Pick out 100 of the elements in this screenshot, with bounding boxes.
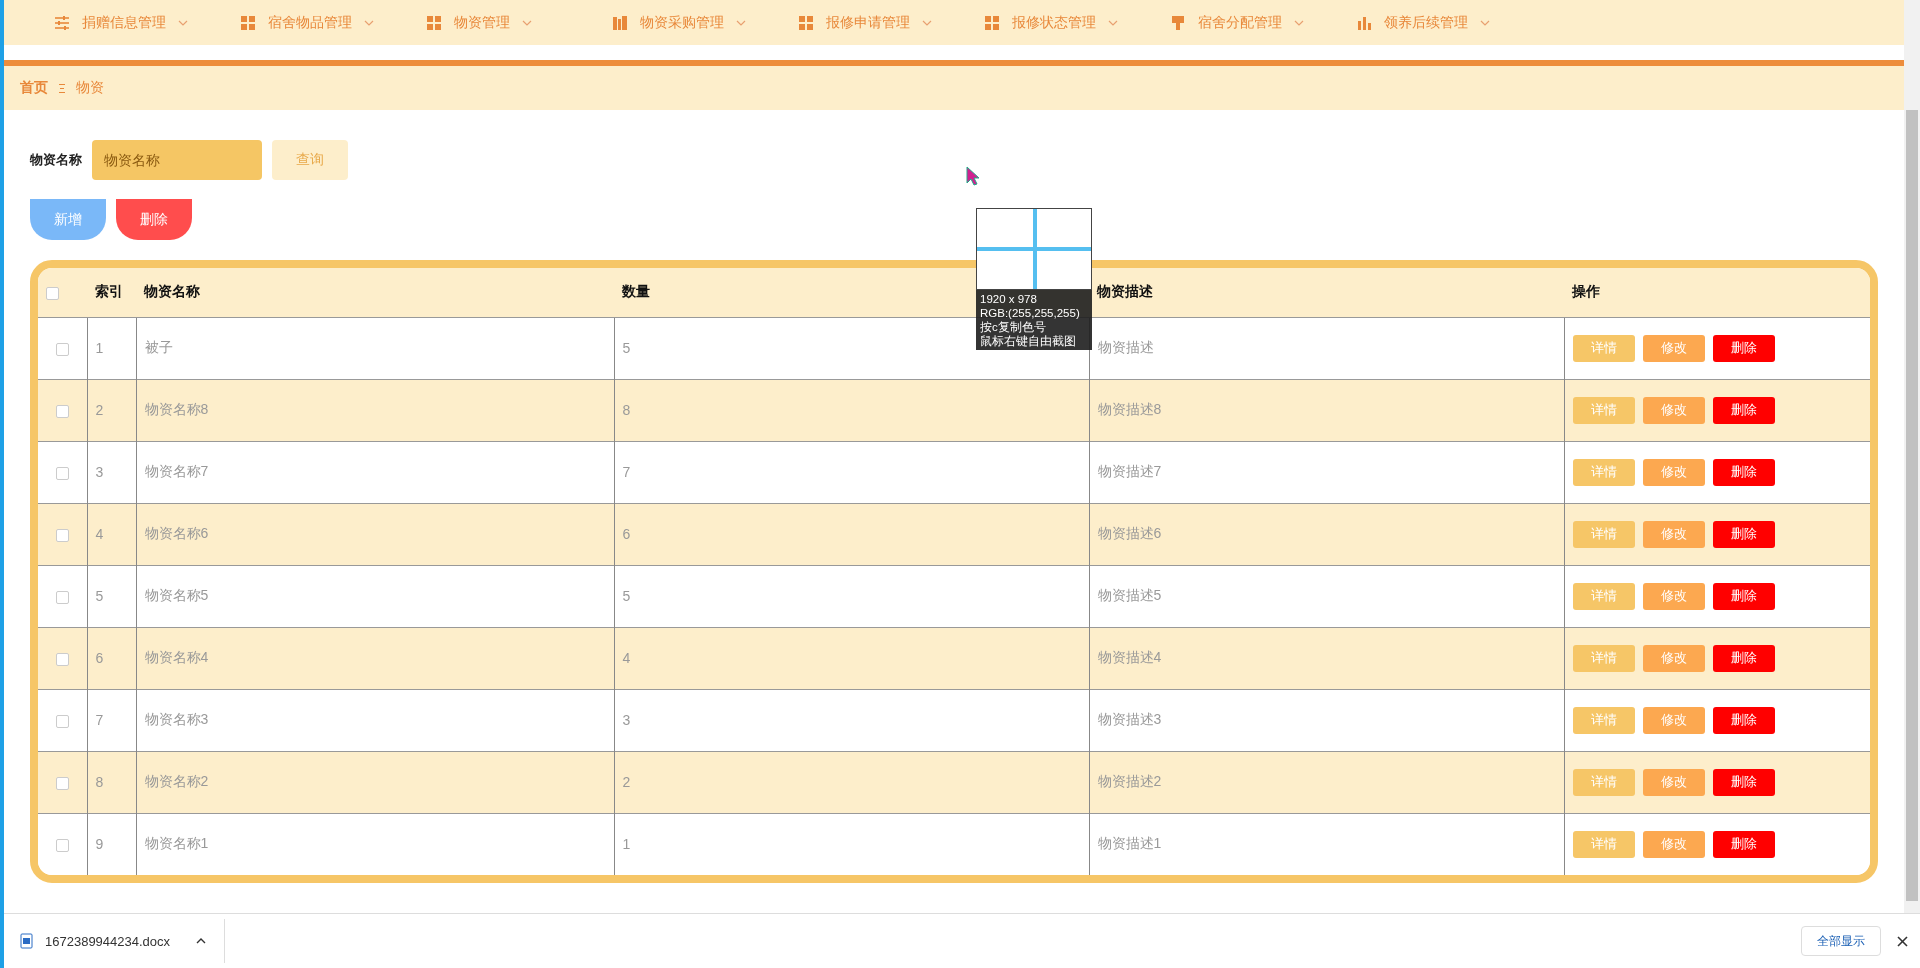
bar-chart-icon xyxy=(1356,14,1372,31)
column-header: 物资名称 xyxy=(136,268,614,317)
table-cell: 物资描述8 xyxy=(1089,379,1564,441)
breadcrumb-link[interactable]: 首页 xyxy=(20,79,48,97)
table-cell: 2 xyxy=(87,379,136,441)
table-cell: 3 xyxy=(614,689,1089,751)
tooltip-text: 鼠标右键自由截图 xyxy=(980,334,1076,348)
detail-button[interactable]: 详情 xyxy=(1572,644,1635,672)
chevron-down-icon xyxy=(178,18,188,27)
nav-menu-item[interactable]: 领养后续管理 xyxy=(1356,13,1542,32)
edit-button[interactable]: 修改 xyxy=(1642,830,1705,858)
detail-button[interactable]: 详情 xyxy=(1572,768,1635,796)
document-icon xyxy=(20,933,33,949)
table-cell: 物资名称6 xyxy=(136,503,614,565)
nav-menu-item[interactable]: 宿舍物品管理 xyxy=(240,13,426,32)
column-header: 操作 xyxy=(1564,268,1870,317)
edit-button[interactable]: 修改 xyxy=(1642,582,1705,610)
delete-button[interactable]: 删除 xyxy=(116,199,192,240)
table-cell: 被子 xyxy=(136,317,614,379)
table-cell: 5 xyxy=(614,565,1089,627)
table-cell: 物资描述5 xyxy=(1089,565,1564,627)
table-cell: 4 xyxy=(87,503,136,565)
detail-button[interactable]: 详情 xyxy=(1572,582,1635,610)
search-label: 物资名称 xyxy=(30,151,82,169)
table-cell: 8 xyxy=(87,751,136,813)
table-cell: 9 xyxy=(87,813,136,875)
table-cell: 物资名称5 xyxy=(136,565,614,627)
caret-button[interactable] xyxy=(196,937,207,945)
chevron-down-icon xyxy=(1294,18,1304,27)
chevron-down-icon xyxy=(1108,18,1118,27)
show-all-button[interactable]: 全部显示 xyxy=(1801,926,1881,956)
delete-button[interactable]: 删除 xyxy=(1712,396,1775,424)
cursor-icon xyxy=(966,166,980,186)
table-cell: 物资描述4 xyxy=(1089,627,1564,689)
detail-button[interactable]: 详情 xyxy=(1572,334,1635,362)
checkbox[interactable] xyxy=(55,342,69,356)
table-cell: 物资名称1 xyxy=(136,813,614,875)
table-cell: 7 xyxy=(87,689,136,751)
nav-menu-item[interactable]: 报修状态管理 xyxy=(984,13,1170,32)
detail-button[interactable]: 详情 xyxy=(1572,706,1635,734)
delete-button[interactable]: 删除 xyxy=(1712,334,1775,362)
caret-up-icon xyxy=(196,937,207,945)
delete-button[interactable]: 删除 xyxy=(1712,458,1775,486)
close-button[interactable] xyxy=(1897,935,1908,947)
edit-button[interactable]: 修改 xyxy=(1642,520,1705,548)
nav-menu-item[interactable]: 物资采购管理 xyxy=(612,13,798,32)
chevron-down-icon xyxy=(522,18,532,27)
table-cell: 物资名称7 xyxy=(136,441,614,503)
edit-button[interactable]: 修改 xyxy=(1642,706,1705,734)
column-header: 物资描述 xyxy=(1089,268,1564,317)
detail-button[interactable]: 详情 xyxy=(1572,458,1635,486)
checkbox[interactable] xyxy=(55,714,69,728)
grid-icon xyxy=(798,14,814,31)
delete-button[interactable]: 删除 xyxy=(1712,644,1775,672)
table-cell: 8 xyxy=(614,379,1089,441)
detail-button[interactable]: 详情 xyxy=(1572,830,1635,858)
nav-menu-item[interactable]: 宿舍分配管理 xyxy=(1170,13,1356,32)
detail-button[interactable]: 详情 xyxy=(1572,520,1635,548)
table-cell: 1 xyxy=(87,317,136,379)
nav-menu-item[interactable]: 报修申请管理 xyxy=(798,13,984,32)
checkbox[interactable] xyxy=(55,590,69,604)
breadcrumb-link[interactable]: 物资 xyxy=(76,79,104,97)
chevron-down-icon xyxy=(1480,18,1490,27)
table-cell: 物资名称4 xyxy=(136,627,614,689)
nav-menu-item[interactable]: 捐赠信息管理 xyxy=(54,13,240,32)
nav-menu-item[interactable]: 物资管理 xyxy=(426,13,612,32)
edit-button[interactable]: 修改 xyxy=(1642,334,1705,362)
delete-button[interactable]: 删除 xyxy=(1712,582,1775,610)
table-cell: 6 xyxy=(614,503,1089,565)
table-cell: 3 xyxy=(87,441,136,503)
delete-button[interactable]: 删除 xyxy=(1712,768,1775,796)
close-icon xyxy=(1897,935,1908,947)
query-button[interactable]: 查询 xyxy=(272,140,348,180)
table-cell: 6 xyxy=(87,627,136,689)
books-icon xyxy=(612,14,628,31)
delete-button[interactable]: 删除 xyxy=(1712,520,1775,548)
tooltip-text: 按c复制色号 xyxy=(980,320,1046,334)
edit-button[interactable]: 修改 xyxy=(1642,396,1705,424)
table-cell: 物资名称3 xyxy=(136,689,614,751)
checkbox[interactable] xyxy=(55,652,69,666)
edit-button[interactable]: 修改 xyxy=(1642,458,1705,486)
delete-button[interactable]: 删除 xyxy=(1712,706,1775,734)
chevron-down-icon xyxy=(736,18,746,27)
checkbox[interactable] xyxy=(55,776,69,790)
search-field[interactable]: 物资名称 xyxy=(92,140,262,180)
detail-button[interactable]: 详情 xyxy=(1572,396,1635,424)
delete-button[interactable]: 删除 xyxy=(1712,830,1775,858)
table-cell: 物资名称2 xyxy=(136,751,614,813)
checkbox[interactable] xyxy=(55,839,69,853)
edit-button[interactable]: 修改 xyxy=(1642,768,1705,796)
checkbox[interactable] xyxy=(55,528,69,542)
checkbox[interactable] xyxy=(46,287,59,301)
checkbox[interactable] xyxy=(55,466,69,480)
tooltip-text: 1920 x 978 xyxy=(980,292,1037,306)
edit-button[interactable]: 修改 xyxy=(1642,644,1705,672)
checkbox[interactable] xyxy=(55,404,69,418)
table-cell: 物资描述2 xyxy=(1089,751,1564,813)
download-item[interactable]: 1672389944234.docx xyxy=(20,933,171,949)
add-button[interactable]: 新增 xyxy=(30,199,106,240)
table-cell: 1 xyxy=(614,813,1089,875)
